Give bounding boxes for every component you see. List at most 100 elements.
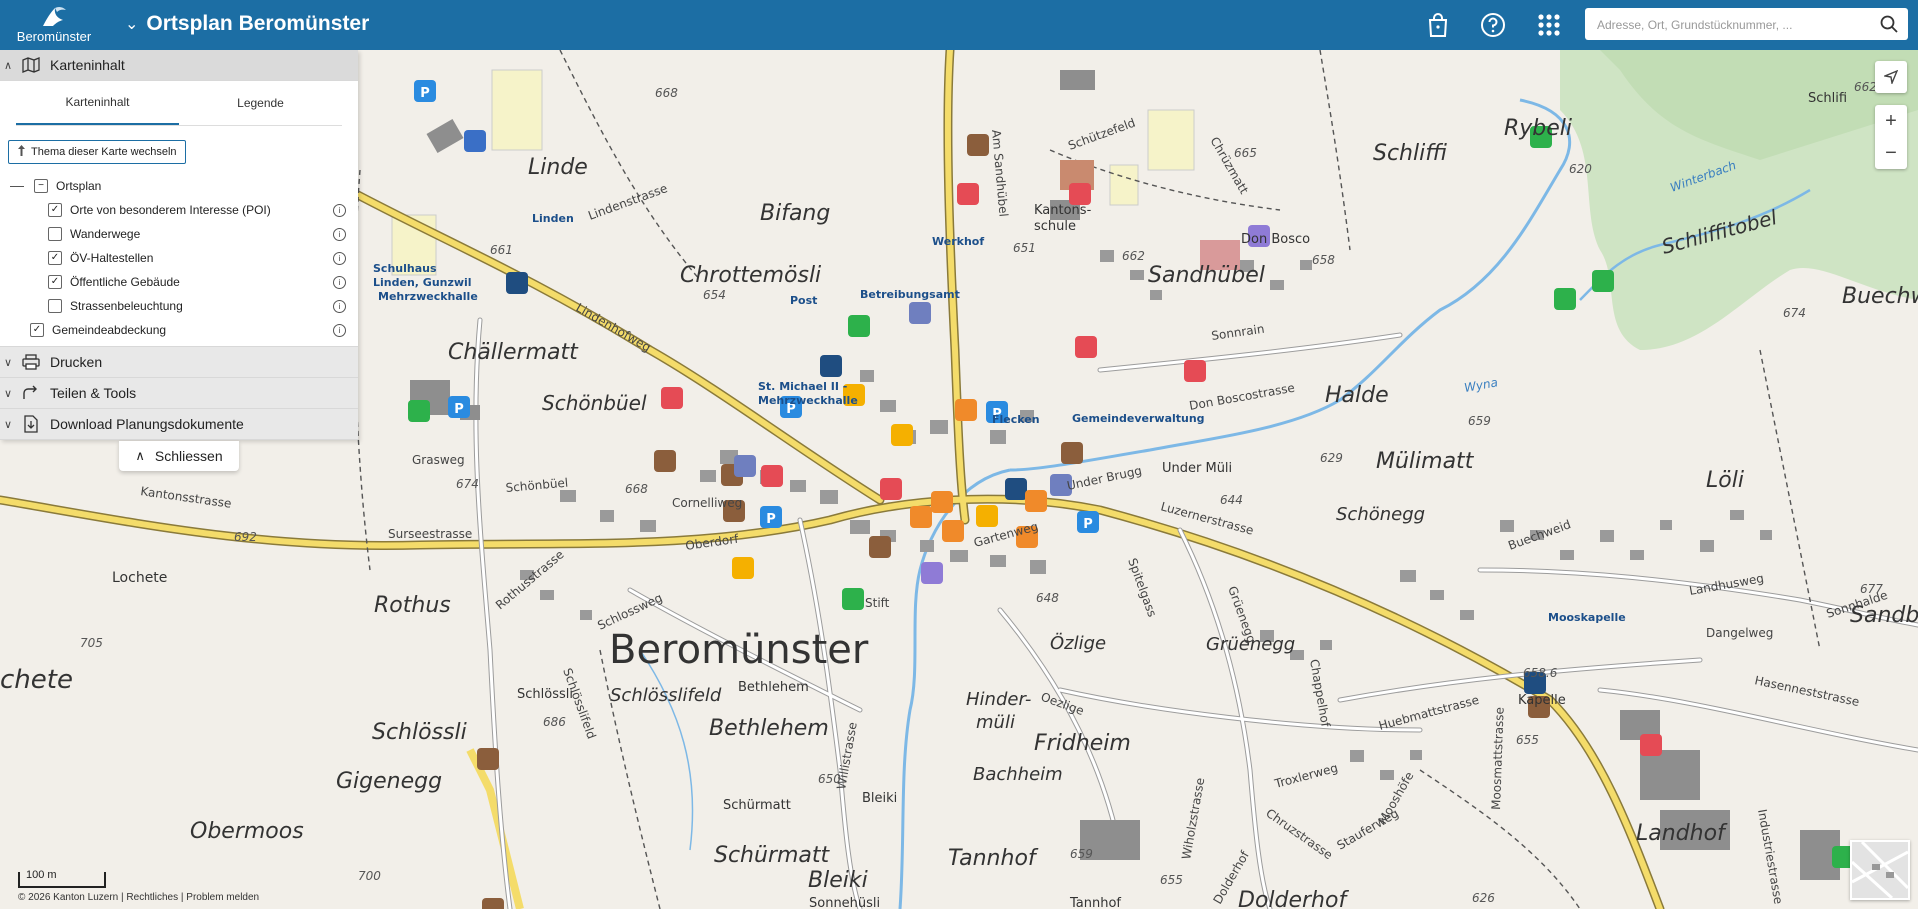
svg-text:Fridheim: Fridheim (1034, 731, 1131, 756)
svg-text:P: P (766, 512, 776, 527)
layer-checkbox[interactable]: ✓ (48, 275, 62, 289)
map-icon (20, 57, 42, 73)
svg-text:668: 668 (655, 86, 678, 100)
layer-label: Orte von besonderem Interesse (POI) (70, 203, 271, 217)
layer-group-toggle[interactable]: − (34, 179, 48, 193)
svg-text:Bachheim: Bachheim (973, 764, 1063, 785)
shopping-bag-button[interactable] (1424, 11, 1452, 39)
svg-text:Löli: Löli (1706, 468, 1744, 493)
svg-text:Bethlehem: Bethlehem (709, 716, 829, 741)
share-icon (20, 385, 42, 401)
svg-text:662: 662 (1854, 80, 1877, 94)
layer-street-lighting[interactable]: Strassenbeleuchtung i (10, 294, 346, 318)
chevron-up-icon: ∧ (4, 59, 13, 72)
locate-me-icon[interactable] (1875, 61, 1907, 93)
basemap-thumbnail-icon (1850, 840, 1910, 900)
apps-grid-icon (1538, 14, 1560, 36)
svg-text:schule: schule (1034, 219, 1076, 234)
svg-text:Bleiki: Bleiki (808, 868, 868, 893)
help-icon (1481, 13, 1505, 37)
collapse-line (10, 185, 24, 187)
layer-poi[interactable]: ✓ Orte von besonderem Interesse (POI) i (10, 198, 346, 222)
svg-text:674: 674 (1783, 306, 1806, 320)
svg-text:Schönbüel: Schönbüel (542, 391, 647, 415)
layer-wanderwege[interactable]: Wanderwege i (10, 222, 346, 246)
accordion-drucken[interactable]: ∨ Drucken (0, 346, 358, 378)
apps-menu-button[interactable] (1535, 11, 1563, 39)
layer-checkbox[interactable] (48, 299, 62, 313)
info-icon[interactable]: i (333, 323, 346, 337)
svg-text:655: 655 (1160, 873, 1183, 887)
svg-text:Özlige: Özlige (1050, 632, 1106, 654)
info-icon[interactable]: i (333, 251, 346, 265)
accordion-teilen-tools[interactable]: ∨ Teilen & Tools (0, 378, 358, 409)
layer-label: Gemeindeabdeckung (52, 323, 167, 337)
zoom-out-button[interactable]: − (1875, 137, 1907, 169)
layer-label: Öffentliche Gebäude (70, 275, 180, 289)
svg-text:Schürmatt: Schürmatt (723, 798, 791, 813)
svg-text:Under Müli: Under Müli (1162, 461, 1232, 476)
svg-text:St. Michael II -: St. Michael II - (758, 380, 847, 393)
svg-text:Bethlehem: Bethlehem (738, 680, 809, 695)
report-problem-link[interactable]: Problem melden (186, 892, 259, 903)
info-icon[interactable]: i (333, 227, 346, 241)
svg-text:651: 651 (1013, 241, 1036, 255)
basemap-switcher[interactable] (1850, 840, 1910, 900)
layer-label: Strassenbeleuchtung (70, 299, 183, 313)
page-title: Ortsplan Beromünster (146, 12, 370, 35)
svg-text:655: 655 (1516, 733, 1539, 747)
chevron-down-icon: ∨ (4, 387, 13, 400)
svg-text:626: 626 (1472, 891, 1495, 905)
svg-text:Schönegg: Schönegg (1336, 504, 1425, 525)
svg-text:659: 659 (1468, 414, 1491, 428)
layer-checkbox[interactable] (48, 227, 62, 241)
info-icon[interactable]: i (333, 299, 346, 313)
shopping-bag-icon (1428, 13, 1448, 37)
layer-checkbox[interactable]: ✓ (48, 251, 62, 265)
layer-label: Wanderwege (70, 227, 141, 241)
chevron-down-icon: ∨ (4, 418, 13, 431)
layer-public-buildings[interactable]: ✓ Öffentliche Gebäude i (10, 270, 346, 294)
info-icon[interactable]: i (333, 203, 346, 217)
zoom-in-button[interactable]: + (1875, 105, 1907, 137)
svg-text:665: 665 (1234, 146, 1257, 160)
tab-karteninhalt[interactable]: Karteninhalt (16, 81, 179, 125)
svg-text:Schliffi: Schliffi (1373, 141, 1447, 166)
change-theme-button[interactable]: Thema dieser Karte wechseln (8, 140, 186, 164)
accordion-label: Karteninhalt (50, 57, 125, 73)
layer-oev[interactable]: ✓ ÖV-Haltestellen i (10, 246, 346, 270)
pin-icon (17, 145, 26, 159)
help-button[interactable] (1479, 11, 1507, 39)
accordion-karteninhalt[interactable]: ∧ Karteninhalt (0, 50, 358, 81)
svg-text:Rothus: Rothus (374, 593, 451, 618)
layer-label: ÖV-Haltestellen (70, 251, 154, 265)
close-panel-label: Schliessen (154, 448, 223, 464)
layer-checkbox[interactable]: ✓ (30, 323, 44, 337)
svg-text:Tannhof: Tannhof (1069, 896, 1121, 909)
svg-text:Gigenegg: Gigenegg (336, 769, 442, 794)
layer-checkbox[interactable]: ✓ (48, 203, 62, 217)
search-input[interactable] (1595, 14, 1869, 36)
locate-control[interactable] (1875, 61, 1907, 93)
svg-text:700: 700 (358, 869, 381, 883)
layer-gemeindeabdeckung[interactable]: ✓ Gemeindeabdeckung i (10, 318, 346, 342)
legal-link[interactable]: Rechtliches (126, 892, 178, 903)
info-icon[interactable]: i (333, 275, 346, 289)
search-icon[interactable] (1880, 15, 1898, 38)
sports-field (491, 69, 543, 151)
svg-text:Rybeli: Rybeli (1504, 116, 1572, 141)
title-dropdown[interactable]: ⌄ Ortsplan Beromünster (125, 12, 369, 36)
svg-text:620: 620 (1569, 162, 1592, 176)
sports-field (1109, 164, 1139, 206)
tab-legende[interactable]: Legende (179, 81, 342, 125)
svg-text:Surseestrasse: Surseestrasse (388, 527, 472, 541)
download-document-icon (20, 415, 42, 433)
accordion-download[interactable]: ∨ Download Planungsdokumente (0, 409, 358, 440)
svg-text:Cornelliweg: Cornelliweg (672, 496, 742, 510)
municipality-logo[interactable]: Beromünster (12, 4, 96, 46)
svg-text:Schlösslifeld: Schlösslifeld (610, 685, 722, 706)
layer-group-ortsplan[interactable]: − Ortsplan (10, 174, 346, 198)
svg-text:Mülimatt: Mülimatt (1376, 449, 1475, 474)
close-panel-button[interactable]: ∧ Schliessen (119, 441, 239, 471)
svg-text:Dangelweg: Dangelweg (1706, 626, 1773, 640)
